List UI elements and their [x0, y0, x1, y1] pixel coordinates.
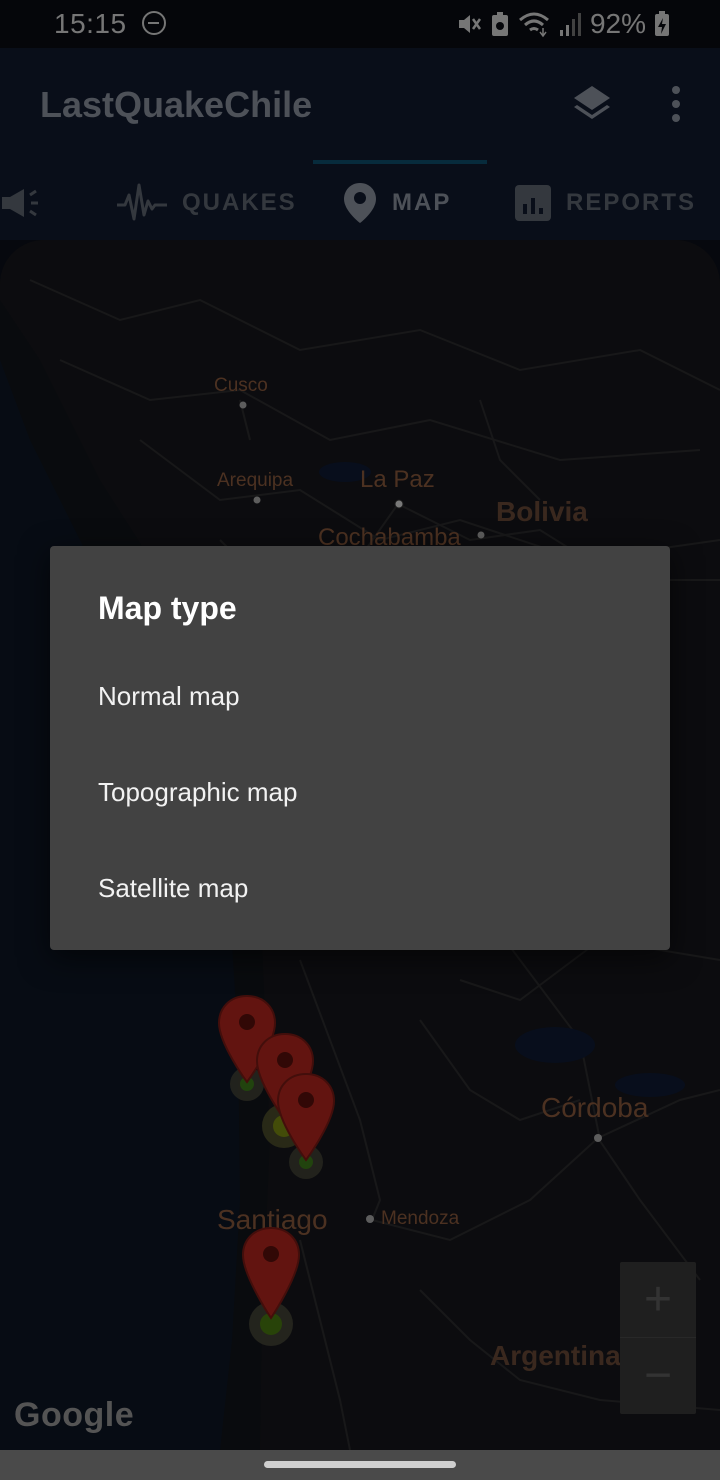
seismograph-icon — [117, 183, 167, 221]
google-logo[interactable]: Google — [14, 1396, 134, 1435]
megaphone-icon — [2, 189, 38, 217]
option-normal-map[interactable]: Normal map — [50, 648, 670, 744]
battery-percent: 92% — [589, 8, 646, 39]
map-label-arequipa: Arequipa — [217, 470, 294, 491]
mute-icon — [458, 15, 481, 33]
home-gesture-handle[interactable] — [264, 1461, 456, 1468]
dialog-title: Map type — [98, 590, 237, 626]
tab-quakes-label: QUAKES — [182, 189, 297, 216]
map-label-bolivia: Bolivia — [496, 496, 588, 527]
battery-icon — [655, 11, 669, 36]
tab-reports[interactable]: REPORTS — [514, 178, 696, 228]
wifi-icon — [518, 12, 549, 38]
map-label-argentina: Argentina — [490, 1340, 621, 1371]
map-label-mendoza: Mendoza — [381, 1208, 460, 1229]
zoom-in-button[interactable]: + — [620, 1262, 696, 1338]
status-bar: 15:15 92% — [0, 0, 720, 48]
app-title: LastQuakeChile — [40, 84, 313, 125]
tab-map-label: MAP — [392, 189, 452, 216]
tab-map[interactable]: MAP — [342, 178, 451, 228]
status-time: 15:15 — [54, 8, 127, 39]
zoom-controls: + − — [620, 1262, 696, 1414]
quake-marker-3[interactable] — [270, 1070, 344, 1186]
tab-quakes[interactable]: QUAKES — [116, 178, 297, 228]
layers-icon[interactable] — [570, 82, 614, 126]
tab-reports-label: REPORTS — [566, 189, 697, 216]
map-label-cusco: Cusco — [214, 375, 268, 396]
quake-marker-4[interactable] — [235, 1224, 309, 1348]
map-label-cordoba: Córdoba — [541, 1092, 649, 1123]
map-pin-icon — [344, 183, 376, 223]
signal-icon — [559, 13, 581, 36]
option-topographic-map[interactable]: Topographic map — [50, 744, 670, 840]
status-icons: 92% — [456, 8, 670, 40]
zoom-out-button[interactable]: − — [620, 1338, 696, 1414]
option-satellite-map[interactable]: Satellite map — [50, 840, 670, 936]
map-label-la-paz: La Paz — [360, 466, 435, 493]
tab-announcements[interactable] — [0, 178, 44, 228]
app-bar: LastQuakeChile — [0, 48, 720, 160]
tab-indicator — [313, 160, 487, 164]
tab-bar: QUAKES MAP REPORTS — [0, 160, 720, 240]
navigation-bar — [0, 1450, 720, 1480]
overflow-menu-icon[interactable] — [660, 82, 692, 126]
dnd-icon — [142, 11, 166, 35]
bar-chart-icon — [515, 185, 551, 221]
map-type-dialog: Map type Normal map Topographic map Sate… — [50, 546, 670, 950]
battery-saver-icon — [491, 12, 508, 36]
